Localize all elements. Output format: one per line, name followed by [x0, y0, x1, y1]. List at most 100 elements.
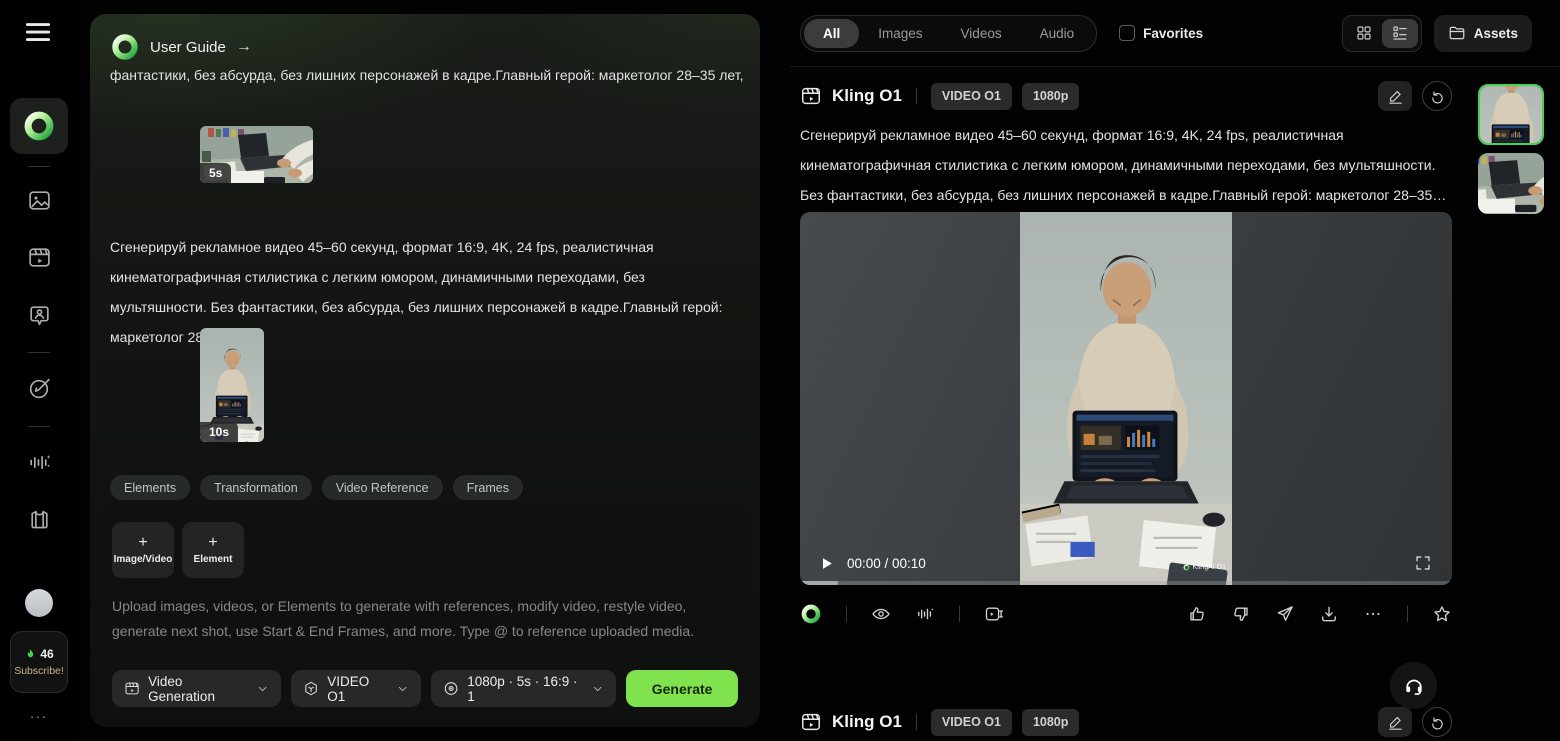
kling-logo-icon — [110, 32, 140, 62]
model-badge[interactable]: VIDEO O1 — [931, 83, 1012, 110]
progress-elapsed — [800, 581, 838, 585]
history-thumbnails — [1478, 84, 1544, 222]
progress-bar[interactable] — [800, 581, 1452, 585]
more-options-icon[interactable] — [1363, 604, 1383, 624]
prompt-input[interactable] — [112, 594, 738, 658]
grid-view-icon — [1355, 24, 1373, 42]
view-eye-icon[interactable] — [871, 604, 891, 624]
hamburger-menu-icon[interactable] — [20, 17, 56, 47]
share-icon[interactable] — [1275, 604, 1295, 624]
audio-wave-icon[interactable] — [27, 450, 52, 475]
video-actions-row — [800, 598, 1452, 630]
support-button[interactable] — [1390, 662, 1437, 709]
kling-logo-icon — [800, 603, 822, 625]
add-element-label: Element — [194, 554, 233, 565]
rail-divider — [28, 166, 50, 167]
plus-icon: + — [138, 536, 147, 550]
edit-prompt-button[interactable] — [1378, 707, 1412, 737]
video-clip-thumbnail-10s[interactable]: 10s — [200, 328, 264, 442]
filter-all[interactable]: All — [804, 19, 859, 48]
user-guide-panel: User Guide → фантастики, без абсурда, бе… — [90, 14, 760, 727]
add-image-video-label: Image/Video — [114, 554, 173, 565]
model-badge[interactable]: VIDEO O1 — [931, 709, 1012, 736]
composer-tabs: Elements Transformation Video Reference … — [110, 475, 523, 500]
desk-scene-thumbnail — [1478, 153, 1544, 214]
character-icon[interactable] — [27, 303, 52, 328]
video-clip-thumbnail-5s[interactable]: 5s — [200, 126, 313, 183]
tab-video-reference[interactable]: Video Reference — [322, 475, 443, 500]
player-controls: 00:00 / 00:10 — [818, 555, 926, 572]
add-image-video-button[interactable]: + Image/Video — [112, 522, 174, 578]
divider — [959, 606, 960, 622]
list-view-button[interactable] — [1382, 19, 1418, 48]
credits-count: 46 — [40, 647, 53, 661]
images-icon[interactable] — [27, 188, 52, 213]
left-rail: 46 Subscribe! ... — [0, 0, 78, 741]
quality-badge[interactable]: 1080p — [1022, 83, 1079, 110]
pencil-icon — [1387, 714, 1404, 731]
download-icon[interactable] — [1319, 604, 1339, 624]
generate-button[interactable]: Generate — [626, 670, 738, 707]
history-thumbnail[interactable] — [1478, 153, 1544, 214]
video-frame: KlingAI O1 — [1020, 212, 1232, 585]
favorites-checkbox[interactable] — [1119, 25, 1135, 41]
clip-duration-badge: 5s — [200, 163, 231, 183]
library-topbar: All Images Videos Audio Favorites Assets — [800, 14, 1532, 52]
regenerate-button[interactable] — [1422, 707, 1452, 737]
pencil-icon — [1387, 88, 1404, 105]
generation-header: Kling O1 VIDEO O1 1080p — [800, 80, 1452, 112]
subscribe-label: Subscribe! — [14, 665, 64, 677]
folder-icon — [1448, 24, 1466, 42]
divider — [846, 606, 847, 622]
tab-frames[interactable]: Frames — [453, 475, 523, 500]
rail-divider — [28, 352, 50, 353]
favorites-filter[interactable]: Favorites — [1119, 25, 1203, 41]
filter-audio[interactable]: Audio — [1021, 19, 1094, 48]
user-avatar[interactable] — [25, 589, 53, 617]
wardrobe-icon[interactable] — [27, 507, 52, 532]
filter-images[interactable]: Images — [859, 19, 941, 48]
favorites-label: Favorites — [1143, 26, 1203, 41]
rail-item-home-active[interactable] — [10, 98, 68, 154]
video-to-text-icon[interactable] — [984, 604, 1004, 624]
tab-transformation[interactable]: Transformation — [200, 475, 312, 500]
play-icon[interactable] — [818, 555, 835, 572]
thumbs-down-icon[interactable] — [1231, 604, 1251, 624]
regenerate-button[interactable] — [1422, 81, 1452, 111]
thumbs-up-icon[interactable] — [1187, 604, 1207, 624]
edit-prompt-button[interactable] — [1378, 81, 1412, 111]
video-clapper-icon — [800, 85, 822, 107]
settings-dropdown[interactable]: 1080p · 5s · 16:9 · 1 — [431, 670, 616, 707]
chat-message-tail: фантастики, без абсурда, без лишних перс… — [110, 60, 744, 90]
view-toggle — [1342, 15, 1422, 52]
prompt-composer: + Image/Video + Element Video Generation… — [100, 508, 750, 719]
video-content — [1020, 212, 1232, 585]
assets-button[interactable]: Assets — [1434, 15, 1532, 52]
model-dropdown[interactable]: VIDEO O1 — [291, 670, 421, 707]
tab-elements[interactable]: Elements — [110, 475, 190, 500]
rail-more-button[interactable]: ... — [0, 705, 78, 721]
settings-dropdown-label: 1080p · 5s · 16:9 · 1 — [467, 674, 583, 704]
favorite-star-icon[interactable] — [1432, 604, 1452, 624]
divider — [1407, 606, 1408, 622]
quality-badge[interactable]: 1080p — [1022, 709, 1079, 736]
filter-videos[interactable]: Videos — [942, 19, 1021, 48]
flame-icon — [24, 648, 37, 661]
video-generation-icon — [124, 680, 140, 697]
subscribe-badge[interactable]: 46 Subscribe! — [10, 631, 68, 693]
divider — [916, 88, 917, 104]
fullscreen-icon[interactable] — [1414, 554, 1432, 572]
video-player[interactable]: KlingAI O1 00:00 / 00:10 — [800, 212, 1452, 585]
redo-icon — [1429, 714, 1446, 731]
mode-dropdown[interactable]: Video Generation — [112, 670, 281, 707]
add-element-button[interactable]: + Element — [182, 522, 244, 578]
user-guide-link[interactable]: User Guide → — [110, 32, 252, 62]
grid-view-button[interactable] — [1346, 19, 1382, 48]
generation-header-2: Kling O1 VIDEO O1 1080p — [800, 706, 1452, 738]
edit-brush-icon[interactable] — [27, 376, 52, 401]
audio-track-icon[interactable] — [915, 604, 935, 624]
history-thumbnail-selected[interactable] — [1478, 84, 1544, 145]
videos-icon[interactable] — [27, 245, 52, 270]
portrait-scene-thumbnail — [1480, 86, 1542, 143]
redo-icon — [1429, 88, 1446, 105]
